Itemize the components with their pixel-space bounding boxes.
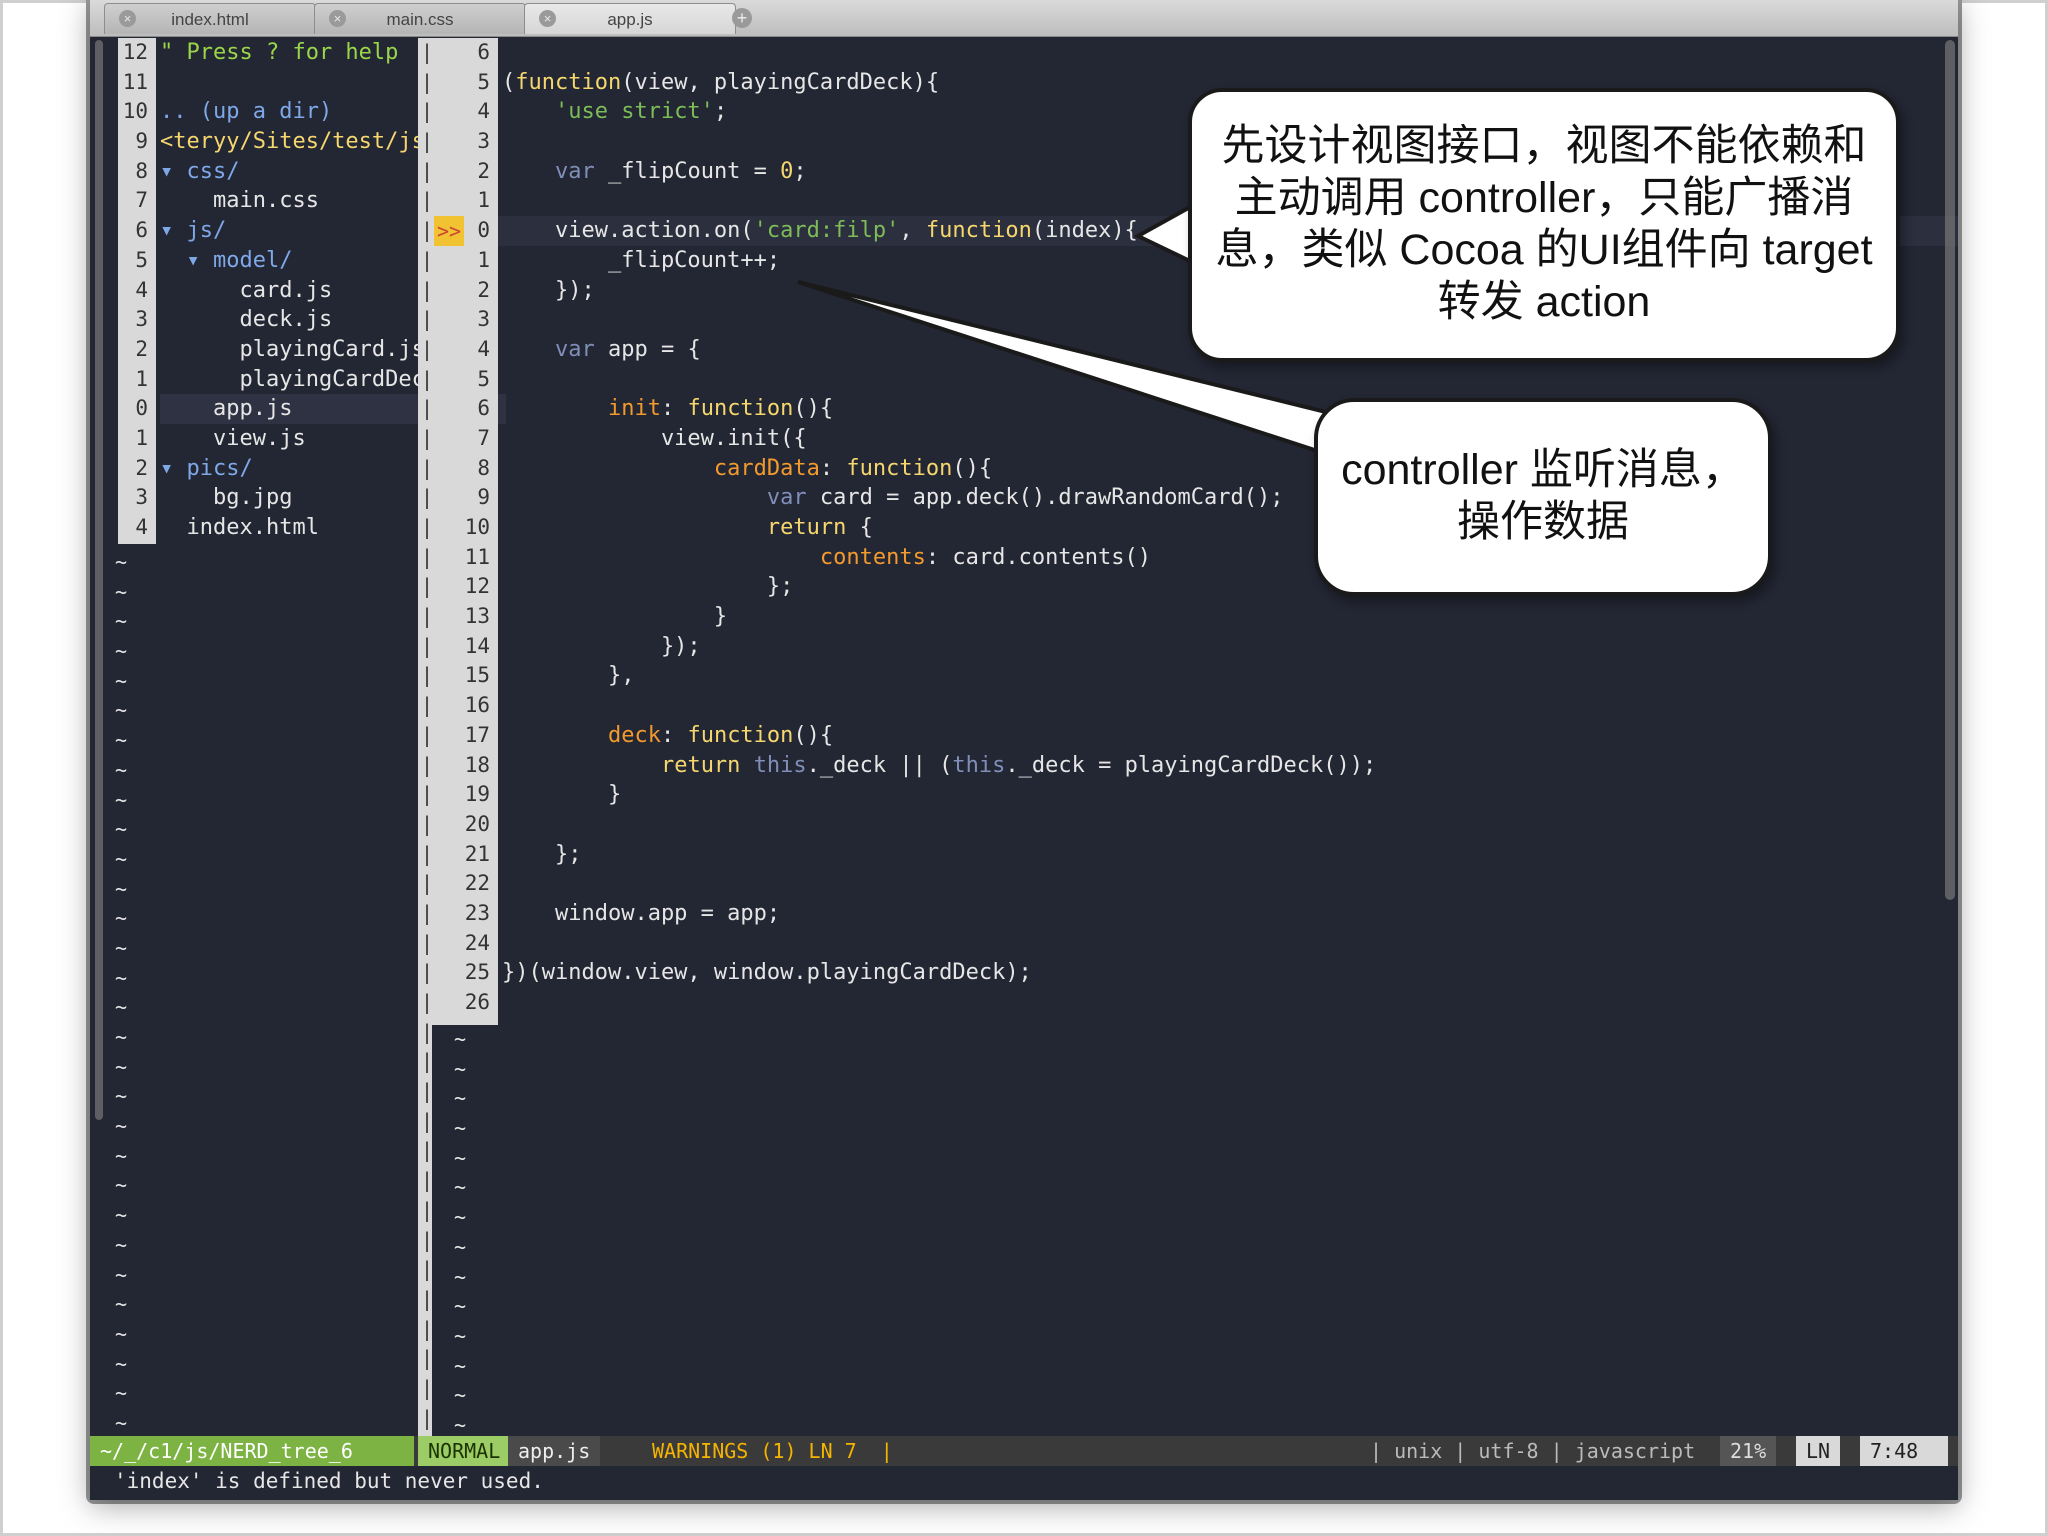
top-callout: 先设计视图接口，视图不能依赖和 主动调用 controller，只能广播消 息，… bbox=[1188, 88, 1900, 362]
callout-line: 操作数据 bbox=[1457, 498, 1629, 546]
callout-line: 先设计视图接口，视图不能依赖和 bbox=[1221, 122, 1867, 170]
callout-line: 转发 action bbox=[1437, 278, 1651, 326]
callout-line: 息，类似 Cocoa 的UI组件向 target bbox=[1215, 226, 1873, 274]
bottom-callout: controller 监听消息， 操作数据 bbox=[1314, 398, 1772, 596]
top-callout-pointer bbox=[1133, 202, 1194, 266]
callout-line: 主动调用 controller，只能广播消 bbox=[1234, 174, 1854, 222]
callout-line: controller 监听消息， bbox=[1341, 446, 1745, 494]
